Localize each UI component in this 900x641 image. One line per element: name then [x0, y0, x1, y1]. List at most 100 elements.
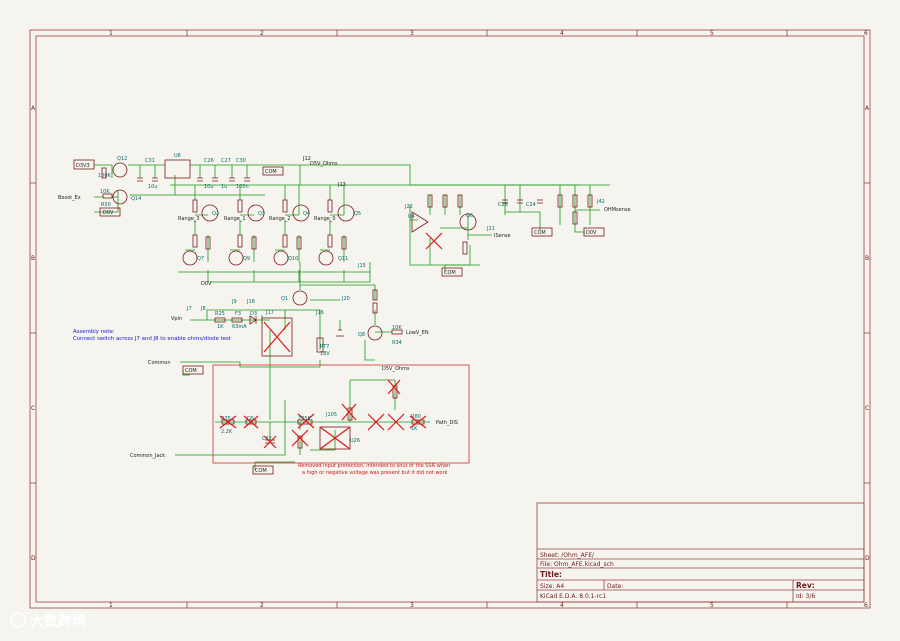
ref-c27v: 1u	[221, 184, 227, 190]
label-d0v-2: D0V	[201, 281, 212, 287]
label-com-1: COM	[265, 169, 277, 175]
ref-j18: J18	[246, 299, 255, 305]
label-j13: J13	[337, 182, 346, 188]
ref-q8: Q8	[358, 332, 365, 338]
removed-note-line-2: a high or negative voltage was present b…	[302, 470, 448, 476]
ref-q9: Q9	[243, 256, 250, 262]
ref-r75: R75	[221, 416, 231, 422]
ref-q11: Q11	[338, 256, 348, 262]
ref-q3: Q3	[258, 211, 265, 217]
ref-u4: U4	[408, 214, 415, 220]
assembly-note-body: Connect switch across J7 and J8 to enabl…	[73, 336, 231, 342]
ref-r25: R25	[215, 311, 225, 317]
label-range-1: Range_1	[224, 216, 246, 222]
ref-u6: U6	[174, 153, 181, 159]
tb-size: Size: A4	[540, 583, 564, 590]
label-common-jack: Common_Jack	[130, 453, 165, 459]
ref-j22: J22	[404, 204, 413, 210]
tb-file: File: Ohm_AFE.kicad_sch	[540, 561, 614, 568]
ref-j8: J8	[200, 306, 206, 312]
ref-d5: D5	[247, 416, 254, 422]
label-d3v3: D3V3	[76, 163, 90, 169]
label-com-4: COM	[444, 270, 456, 276]
schematic-sheet: 1 2 3 4 5 6 1 2 3 4 5 6 A B C D A B C D …	[0, 0, 900, 637]
ref-j42: J42	[596, 199, 605, 205]
label-boost-ex: Boost_Ex	[58, 195, 81, 201]
removed-note-line-1: Removed input protection, intended to sh…	[298, 463, 450, 469]
label-vpin: Vpin	[171, 316, 182, 322]
label-d0v-3: D0V	[586, 230, 597, 236]
ref-c27: C27	[221, 158, 231, 164]
ref-rt7v: 18V	[320, 351, 330, 357]
ref-j7: J7	[186, 306, 192, 312]
ref-j105: J105	[325, 412, 337, 418]
col-label-5-bottom: 5	[710, 602, 714, 609]
ref-q1: Q1	[281, 296, 288, 302]
ref-r80: R80	[411, 414, 421, 420]
ref-q4: Q4	[303, 211, 310, 217]
ref-r77v: 225K	[298, 416, 312, 422]
tb-rev: Rev:	[796, 581, 815, 590]
ref-r25v: 1K	[217, 324, 224, 330]
label-isense: ISense	[494, 233, 511, 239]
row-label-b-right: B	[865, 255, 869, 262]
col-label-3-bottom: 3	[410, 602, 414, 609]
ref-j15: J15	[357, 263, 366, 269]
label-lowv-en: LowV_EN	[406, 330, 429, 336]
assembly-note-title: Assembly note:	[73, 329, 115, 335]
ref-q10: Q10	[288, 256, 298, 262]
ref-c28: C28	[498, 202, 508, 208]
row-label-b: B	[31, 255, 35, 262]
col-label-2: 2	[260, 30, 264, 37]
ref-c31v: 10u	[148, 184, 158, 190]
col-label-1: 1	[109, 30, 113, 37]
ref-r50: R50	[101, 202, 111, 208]
ref-r-top: 100K	[98, 173, 112, 179]
ref-r80v: 1K	[411, 426, 418, 432]
ref-c30v: 100n	[236, 184, 249, 190]
ref-c30: C30	[236, 158, 246, 164]
ref-r75v: 2.2K	[221, 429, 233, 435]
tb-title: Title:	[540, 570, 562, 579]
label-range-2: Range_2	[269, 216, 291, 222]
label-d5v-ohms-2: D5V_Ohms	[382, 366, 410, 372]
tb-sheet: Sheet: /Ohm_AFE/	[540, 552, 595, 559]
ref-r50v: 10K	[100, 189, 110, 195]
label-d0v-1: D0V	[103, 210, 114, 216]
ref-u26: U26	[350, 438, 360, 444]
col-label-5: 5	[710, 30, 714, 37]
col-label-1-bottom: 1	[109, 602, 113, 609]
ref-c32: C32	[262, 436, 272, 442]
ref-q12: Q12	[117, 156, 127, 162]
watermark-text: 大数跨境	[30, 613, 86, 630]
label-range-3: Range_3	[178, 216, 200, 222]
ref-ft3v: 63mA	[232, 324, 247, 330]
ref-c31: C31	[145, 158, 155, 164]
ref-j17: J17	[265, 310, 274, 316]
ref-j21: J21	[486, 226, 495, 232]
ref-q2: Q2	[212, 211, 219, 217]
ref-c26: C26	[204, 158, 214, 164]
row-label-d: D	[31, 555, 36, 562]
label-d5v-ohms-1: D5V_Ohms	[310, 161, 338, 167]
ref-q5: Q5	[354, 211, 361, 217]
ref-ft3: F3	[235, 311, 241, 317]
label-com-3: COM	[255, 468, 267, 474]
ref-c24: C24	[526, 202, 536, 208]
tb-tool: KiCad E.D.A. 8.0.1-rc1	[540, 593, 606, 600]
col-label-4-bottom: 4	[560, 602, 564, 609]
label-ohmsense: OHMsense	[604, 207, 631, 213]
col-label-6-bottom: 6	[864, 602, 868, 609]
col-label-3: 3	[410, 30, 414, 37]
label-range-0: Range_0	[314, 216, 336, 222]
label-com-2: COM	[185, 368, 197, 374]
label-common: Common	[148, 360, 171, 366]
tb-date: Date:	[607, 583, 623, 590]
label-com-5: COM	[534, 230, 546, 236]
tb-id: Id: 3/6	[796, 593, 815, 600]
ref-r34v: 10K	[392, 325, 402, 331]
ref-q6: Q6	[466, 213, 473, 219]
ref-j20: J20	[341, 296, 350, 302]
ref-j16: J16	[315, 310, 324, 316]
ref-d3: D3	[250, 311, 257, 317]
